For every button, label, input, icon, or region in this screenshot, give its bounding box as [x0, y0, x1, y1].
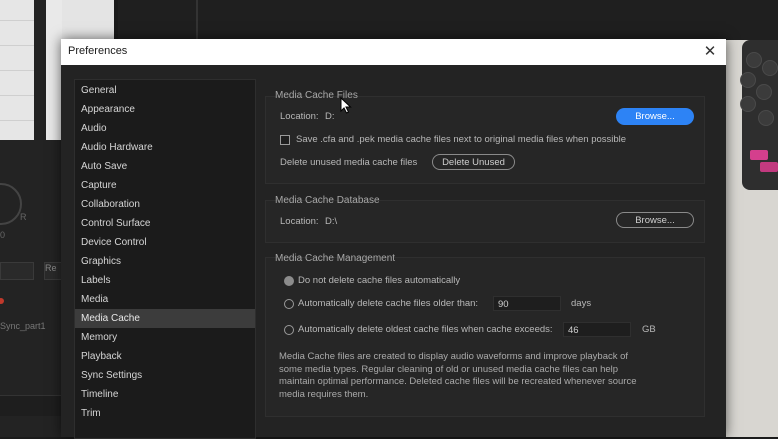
background-top-area	[118, 0, 778, 40]
media-cache-database-title: Media Cache Database	[275, 195, 380, 206]
preferences-sidebar: General Appearance Audio Audio Hardware …	[74, 79, 256, 439]
delete-older-than-label: Automatically delete cache files older t…	[298, 298, 479, 309]
delete-unused-label: Delete unused media cache files	[280, 157, 418, 168]
sidebar-item-labels[interactable]: Labels	[75, 271, 255, 290]
files-location-label: Location:	[280, 111, 319, 122]
media-cache-management-title: Media Cache Management	[275, 253, 396, 264]
sidebar-item-capture[interactable]: Capture	[75, 176, 255, 195]
sidebar-item-appearance[interactable]: Appearance	[75, 100, 255, 119]
controller-button	[746, 52, 762, 68]
background-bottom-bar	[0, 395, 62, 416]
older-than-days-input[interactable]: 90	[493, 296, 561, 311]
sidebar-item-media[interactable]: Media	[75, 290, 255, 309]
cache-size-limit-input[interactable]: 46	[563, 322, 631, 337]
radio-delete-when-exceeds[interactable]	[284, 325, 294, 335]
controller-button	[740, 96, 756, 112]
delete-unused-button[interactable]: Delete Unused	[432, 154, 515, 170]
sidebar-item-control-surface[interactable]: Control Surface	[75, 214, 255, 233]
database-browse-button[interactable]: Browse...	[616, 212, 694, 228]
sidebar-item-graphics[interactable]: Graphics	[75, 252, 255, 271]
sidebar-item-collaboration[interactable]: Collaboration	[75, 195, 255, 214]
days-unit-label: days	[571, 298, 592, 309]
dialog-title: Preferences	[68, 45, 128, 57]
radio-delete-older-than[interactable]	[284, 299, 294, 309]
mouse-cursor-icon	[340, 97, 352, 114]
sidebar-item-audio[interactable]: Audio	[75, 119, 255, 138]
sidebar-item-media-cache[interactable]: Media Cache	[75, 309, 255, 328]
delete-when-exceeds-label: Automatically delete oldest cache files …	[298, 324, 553, 335]
sidebar-item-audio-hardware[interactable]: Audio Hardware	[75, 138, 255, 157]
gb-unit-label: GB	[642, 324, 656, 335]
sidebar-item-general[interactable]: General	[75, 81, 255, 100]
knob-value: 0	[0, 230, 6, 240]
radio-no-auto-delete[interactable]	[284, 276, 294, 286]
controller-pad	[760, 162, 778, 172]
knob-label: R	[20, 212, 27, 222]
sidebar-item-trim[interactable]: Trim	[75, 404, 255, 423]
controller-button	[762, 60, 778, 76]
cache-description-text: Media Cache files are created to display…	[279, 351, 637, 400]
dialog-titlebar[interactable]: Preferences ✕	[61, 39, 726, 65]
database-location-value: D:\	[325, 216, 338, 227]
sidebar-item-playback[interactable]: Playback	[75, 347, 255, 366]
sidebar-item-sync-settings[interactable]: Sync Settings	[75, 366, 255, 385]
sequence-tab[interactable]: Sync_part1	[0, 321, 46, 331]
sidebar-item-memory[interactable]: Memory	[75, 328, 255, 347]
controller-button	[756, 84, 772, 100]
save-cache-next-to-media-checkbox[interactable]	[280, 135, 290, 145]
background-meter-panel	[0, 0, 34, 140]
database-location-label: Location:	[280, 216, 319, 227]
sidebar-item-auto-save[interactable]: Auto Save	[75, 157, 255, 176]
background-meter-panel-2	[46, 0, 62, 140]
controller-button	[758, 110, 774, 126]
background-dropdown[interactable]	[0, 262, 34, 280]
close-icon[interactable]: ✕	[700, 42, 720, 62]
background-strip	[62, 0, 114, 40]
sidebar-item-timeline[interactable]: Timeline	[75, 385, 255, 404]
controller-button	[740, 72, 756, 88]
no-auto-delete-label: Do not delete cache files automatically	[298, 275, 461, 286]
controller-pad	[750, 150, 768, 160]
preferences-dialog: Preferences ✕ General Appearance Audio A…	[61, 39, 726, 439]
save-cache-checkbox-label: Save .cfa and .pek media cache files nex…	[296, 134, 627, 145]
sidebar-item-device-control[interactable]: Device Control	[75, 233, 255, 252]
files-location-value: D:	[325, 111, 335, 122]
files-browse-button[interactable]: Browse...	[616, 108, 694, 125]
